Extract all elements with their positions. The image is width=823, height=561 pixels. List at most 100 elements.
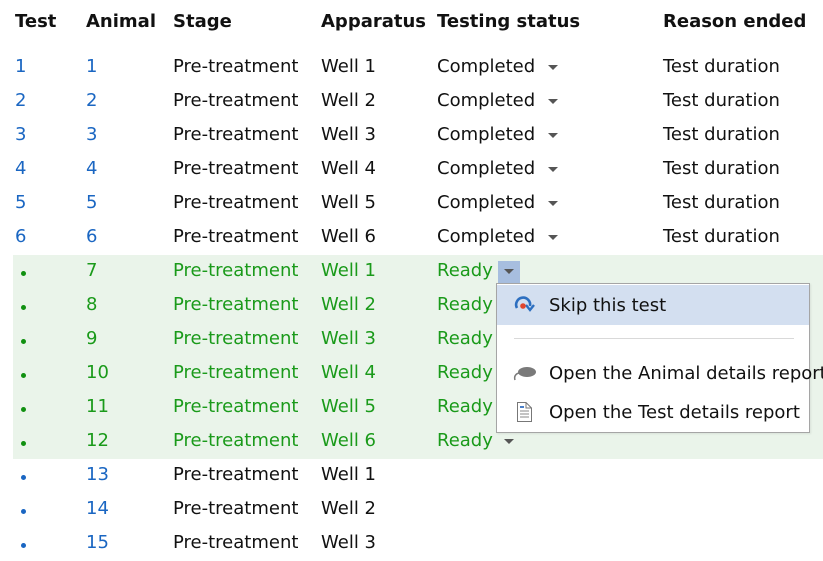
table-row[interactable]: 5 5 Pre-treatment Well 5 Completed Test durat… [0,187,823,221]
column-header-test[interactable]: Test [15,11,56,32]
table-row[interactable]: 6 6 Pre-treatment Well 6 Completed Test durat… [0,221,823,255]
testing-status-cell: Completed [437,56,536,77]
stage-cell: Pre-treatment [173,294,299,315]
animal-link[interactable]: 11 [86,396,109,417]
test-number-link[interactable]: 2 [15,90,26,111]
table-row[interactable]: 2 2 Pre-treatment Well 2 Completed Test durat… [0,85,823,119]
stage-cell: Pre-treatment [173,226,299,247]
apparatus-cell: Well 1 [321,56,376,77]
table-row[interactable]: 13 Pre-treatment Well 1 [0,459,823,493]
status-dropdown-button[interactable] [542,193,564,215]
test-number-link[interactable]: 3 [15,124,26,145]
status-dropdown-button[interactable] [498,431,520,453]
reason-ended-cell: Test duration [663,124,780,145]
animal-link[interactable]: 13 [86,464,109,485]
test-number-link[interactable]: 6 [15,226,26,247]
status-bullet-icon [21,475,26,480]
status-bullet-icon [21,509,26,514]
test-number-link[interactable]: 4 [15,158,26,179]
stage-cell: Pre-treatment [173,362,299,383]
animal-link[interactable]: 9 [86,328,97,349]
stage-cell: Pre-treatment [173,158,299,179]
table-row[interactable]: 3 3 Pre-treatment Well 3 Completed Test durat… [0,119,823,153]
testing-status-cell: Ready [437,328,493,349]
document-icon [513,401,537,423]
animal-link[interactable]: 2 [86,90,97,111]
animal-link[interactable]: 10 [86,362,109,383]
column-header-stage[interactable]: Stage [173,11,232,32]
animal-link[interactable]: 12 [86,430,109,451]
testing-status-cell: Ready [437,362,493,383]
animal-link[interactable]: 4 [86,158,97,179]
stage-cell: Pre-treatment [173,56,299,77]
testing-status-cell: Ready [437,430,493,451]
animal-link[interactable]: 1 [86,56,97,77]
animal-link[interactable]: 14 [86,498,109,519]
apparatus-cell: Well 1 [321,464,376,485]
context-menu: Skip this test Open the Animal details r… [496,283,823,433]
status-dropdown-button[interactable] [542,57,564,79]
status-bullet-icon [21,543,26,548]
status-bullet-icon [21,305,26,310]
animal-link[interactable]: 15 [86,532,109,553]
reason-ended-cell: Test duration [663,158,780,179]
testing-status-cell: Ready [437,396,493,417]
animal-link[interactable]: 3 [86,124,97,145]
stage-cell: Pre-treatment [173,328,299,349]
stage-cell: Pre-treatment [173,498,299,519]
column-header-apparatus[interactable]: Apparatus [321,11,426,32]
apparatus-cell: Well 6 [321,430,376,451]
stage-cell: Pre-treatment [173,90,299,111]
status-bullet-icon [21,373,26,378]
animal-link[interactable]: 8 [86,294,97,315]
column-header-animal[interactable]: Animal [86,11,156,32]
stage-cell: Pre-treatment [173,124,299,145]
status-dropdown-button[interactable] [542,227,564,249]
testing-status-cell: Ready [437,260,493,281]
status-dropdown-button[interactable] [542,159,564,181]
apparatus-cell: Well 5 [321,192,376,213]
menu-item-test-report[interactable]: Open the Test details report [497,392,809,432]
reason-ended-cell: Test duration [663,90,780,111]
test-number-link[interactable]: 5 [15,192,26,213]
table-row[interactable]: 1 1 Pre-treatment Well 1 Completed Test durat… [0,51,823,85]
status-dropdown-button[interactable] [542,125,564,147]
menu-item-animal-report[interactable]: Open the Animal details report [497,353,823,393]
apparatus-cell: Well 3 [321,328,376,349]
column-header-testing-status[interactable]: Testing status [437,11,580,32]
status-dropdown-button[interactable] [498,261,520,283]
apparatus-cell: Well 1 [321,260,376,281]
stage-cell: Pre-treatment [173,396,299,417]
table-row[interactable]: 15 Pre-treatment Well 3 [0,527,823,561]
column-header-reason-ended[interactable]: Reason ended [663,11,806,32]
status-dropdown-button[interactable] [542,91,564,113]
table-row[interactable]: 4 4 Pre-treatment Well 4 Completed Test durat… [0,153,823,187]
stage-cell: Pre-treatment [173,260,299,281]
apparatus-cell: Well 4 [321,362,376,383]
test-number-link[interactable]: 1 [15,56,26,77]
reason-ended-cell: Test duration [663,192,780,213]
reason-ended-cell: Test duration [663,226,780,247]
animal-link[interactable]: 5 [86,192,97,213]
testing-status-cell: Completed [437,226,536,247]
animal-link[interactable]: 7 [86,260,97,281]
apparatus-cell: Well 3 [321,124,376,145]
apparatus-cell: Well 5 [321,396,376,417]
stage-cell: Pre-treatment [173,430,299,451]
apparatus-cell: Well 3 [321,532,376,553]
status-bullet-icon [21,339,26,344]
table-row[interactable]: 14 Pre-treatment Well 2 [0,493,823,527]
apparatus-cell: Well 2 [321,498,376,519]
testing-status-cell: Ready [437,294,493,315]
status-bullet-icon [21,271,26,276]
apparatus-cell: Well 6 [321,226,376,247]
testing-status-cell: Completed [437,158,536,179]
stage-cell: Pre-treatment [173,192,299,213]
testing-status-cell: Completed [437,124,536,145]
apparatus-cell: Well 2 [321,90,376,111]
testing-status-cell: Completed [437,192,536,213]
status-bullet-icon [21,441,26,446]
skip-icon [513,294,537,316]
menu-item-skip-test[interactable]: Skip this test [497,285,809,325]
animal-link[interactable]: 6 [86,226,97,247]
